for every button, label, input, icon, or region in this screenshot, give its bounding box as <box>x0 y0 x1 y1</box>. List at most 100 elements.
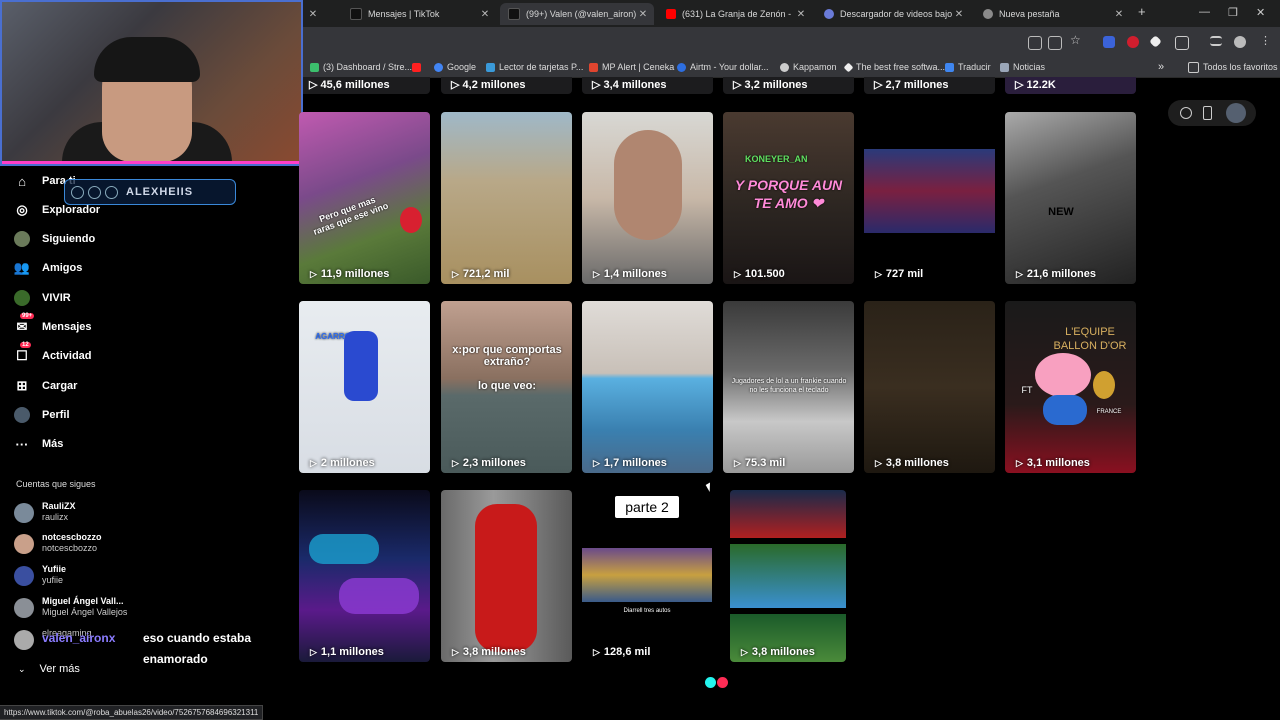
extension-icon[interactable] <box>1149 35 1162 48</box>
star-icon[interactable]: ☆ <box>1070 33 1084 47</box>
autoplay-icon[interactable] <box>1180 107 1192 119</box>
view-count: ▷ 721,2 mil <box>452 268 510 280</box>
video-card[interactable]: ▷ 721,2 mil <box>441 112 572 284</box>
bookmark-mp-alert[interactable]: MP Alert | Ceneka <box>589 60 674 74</box>
tab-hidden-left[interactable]: ✕ <box>306 3 336 25</box>
close-tab-icon[interactable]: ✕ <box>306 9 320 20</box>
video-card[interactable]: NEW ▷ 21,6 millones <box>1005 112 1136 284</box>
close-window-button[interactable]: ✕ <box>1256 6 1265 19</box>
nav-perfil[interactable]: Perfil <box>14 405 70 425</box>
avatar[interactable] <box>1234 36 1246 48</box>
tab-new-tab[interactable]: Nueva pestaña ✕ <box>975 3 1130 25</box>
video-card[interactable]: Pero que mas raras que ese vino ▷ 11,9 mi… <box>299 112 430 284</box>
translate-icon <box>945 62 954 72</box>
youtube-icon <box>105 185 118 199</box>
video-card[interactable]: Jugadores de lol a un frankie cuando no … <box>723 301 854 473</box>
bookmark-traducir[interactable]: Traducir <box>945 60 991 74</box>
nav-siguiendo[interactable]: Siguiendo <box>14 229 95 249</box>
video-card[interactable]: parte 2 Diarrell tres autos ▷ 128,6 mil <box>582 490 713 662</box>
account-item[interactable]: Yufiie yufiie <box>14 564 66 586</box>
extension-icon[interactable] <box>1127 36 1139 48</box>
chevron-down-icon: ⌄ <box>18 663 26 674</box>
video-card[interactable]: ▷ 1,4 millones <box>582 112 713 284</box>
view-count: ▷ 12.2K <box>1015 79 1056 91</box>
card-reader-icon <box>486 62 495 72</box>
account-item[interactable]: notcescbozzo notcescbozzo <box>14 532 102 554</box>
nav-cargar[interactable]: ⊞ Cargar <box>14 376 78 396</box>
new-tab-button[interactable]: + <box>1138 4 1146 19</box>
bookmark-google[interactable]: Google <box>434 60 476 74</box>
nav-amigos[interactable]: 👥 Amigos <box>14 258 82 278</box>
bookmark-label: Noticias <box>1013 62 1046 72</box>
video-card[interactable]: AGARRO ▷ 2 millones <box>299 301 430 473</box>
video-card[interactable]: ▷ 1,7 millones <box>582 301 713 473</box>
close-tab-icon[interactable]: ✕ <box>478 9 492 20</box>
close-tab-icon[interactable]: ✕ <box>1112 9 1126 20</box>
video-card[interactable]: x:por que comportas extraño? lo que veo:… <box>441 301 572 473</box>
minimize-button[interactable]: — <box>1199 6 1210 18</box>
close-tab-icon[interactable]: ✕ <box>952 9 966 20</box>
account-handle: raulizx <box>42 512 69 522</box>
bookmark-youtube[interactable] <box>412 60 425 74</box>
video-card[interactable]: ▷ 727 mil <box>864 112 995 284</box>
video-card-partial[interactable]: ▷ 3,2 millones <box>723 77 854 94</box>
close-tab-icon[interactable]: ✕ <box>794 9 808 20</box>
nav-label: Actividad <box>42 350 92 362</box>
profile-icon <box>14 407 30 423</box>
car-shape <box>339 578 419 614</box>
nav-mas[interactable]: ··· Más <box>14 434 64 454</box>
bookmark-noticias[interactable]: Noticias <box>1000 60 1045 74</box>
tab-valen-profile[interactable]: (99+) Valen (@valen_airon) | Tik ✕ <box>500 3 654 25</box>
nav-mensajes[interactable]: ✉ 99+ Mensajes <box>14 313 92 337</box>
bookmark-software[interactable]: The best free softwa... <box>843 60 945 74</box>
video-card-partial[interactable]: ▷ 3,4 millones <box>582 77 713 94</box>
menu-icon[interactable]: ⋮ <box>1260 34 1272 47</box>
downloader-icon <box>824 9 834 19</box>
tab-label: Mensajes | TikTok <box>368 9 440 19</box>
cast-icon[interactable] <box>1028 36 1042 50</box>
view-count: ▷ 21,6 millones <box>1016 268 1097 280</box>
video-card[interactable]: ▷ 3,8 millones <box>441 490 572 662</box>
phone-icon[interactable] <box>1203 106 1212 120</box>
extension-icon[interactable] <box>1103 36 1115 48</box>
close-tab-icon[interactable]: ✕ <box>636 9 650 20</box>
video-card[interactable]: ▷ 3,8 millones <box>730 490 846 662</box>
video-card-partial[interactable]: ▷ 45,6 millones <box>299 77 430 94</box>
view-count: ▷ 3,1 millones <box>1016 457 1090 469</box>
video-card[interactable]: KONEYER_AN Y PORQUE AUN TE AMO ❤ ▷ 101.50… <box>723 112 854 284</box>
video-card-partial[interactable]: ▷ 4,2 millones <box>441 77 572 94</box>
kappamon-icon <box>780 62 789 72</box>
bookmark-kappamon[interactable]: Kappamon <box>780 60 837 74</box>
tab-mensajes[interactable]: Mensajes | TikTok ✕ <box>342 3 496 25</box>
cars-thumbnail <box>582 548 712 602</box>
video-overlay-text: FT <box>1021 385 1033 395</box>
bookmarks-overflow-button[interactable]: » <box>1158 60 1164 74</box>
nav-vivir[interactable]: VIVIR <box>14 288 71 308</box>
player-photo <box>730 490 846 538</box>
video-card[interactable]: ▷ 1,1 millones <box>299 490 430 662</box>
reading-list-icon[interactable] <box>1210 36 1222 46</box>
account-item[interactable]: Miguel Ángel Vall... Miguel Ángel Vallejo… <box>14 596 127 618</box>
view-count: ▷ 3,8 millones <box>875 457 949 469</box>
notification-badge: 12 <box>20 342 31 348</box>
video-card[interactable]: L'EQUIPE BALLON D'OR FT FRANCE ▷ 3,1 mill… <box>1005 301 1136 473</box>
video-card-partial[interactable]: ▷ 2,7 millones <box>864 77 995 94</box>
see-more-button[interactable]: ⌄ Ver más <box>18 663 80 675</box>
avatar[interactable] <box>1226 103 1246 123</box>
puzzle-icon[interactable] <box>1175 36 1189 50</box>
nav-explorador[interactable]: ◎ Explorador <box>14 200 100 220</box>
bookmark-airtm[interactable]: Airtm - Your dollar... <box>677 60 769 74</box>
translate-icon[interactable] <box>1048 36 1062 50</box>
compass-icon: ◎ <box>16 202 28 217</box>
tab-youtube[interactable]: (631) La Granja de Zenón - Las ✕ <box>658 3 812 25</box>
video-card-partial[interactable]: ▷ 12.2K <box>1005 77 1136 94</box>
player-photo <box>730 544 846 608</box>
all-favorites-folder[interactable]: Todos los favoritos <box>1188 60 1278 74</box>
bookmark-lector[interactable]: Lector de tarjetas P... <box>486 60 583 74</box>
tab-downloader[interactable]: Descargador de videos bajo de ✕ <box>816 3 970 25</box>
bookmark-dashboard[interactable]: (3) Dashboard / Stre... <box>310 60 412 74</box>
account-item[interactable]: RauliZX raulizx <box>14 501 76 523</box>
nav-actividad[interactable]: ☐ 12 Actividad <box>14 342 92 366</box>
maximize-button[interactable]: ❐ <box>1228 6 1238 19</box>
video-card[interactable]: ▷ 3,8 millones <box>864 301 995 473</box>
